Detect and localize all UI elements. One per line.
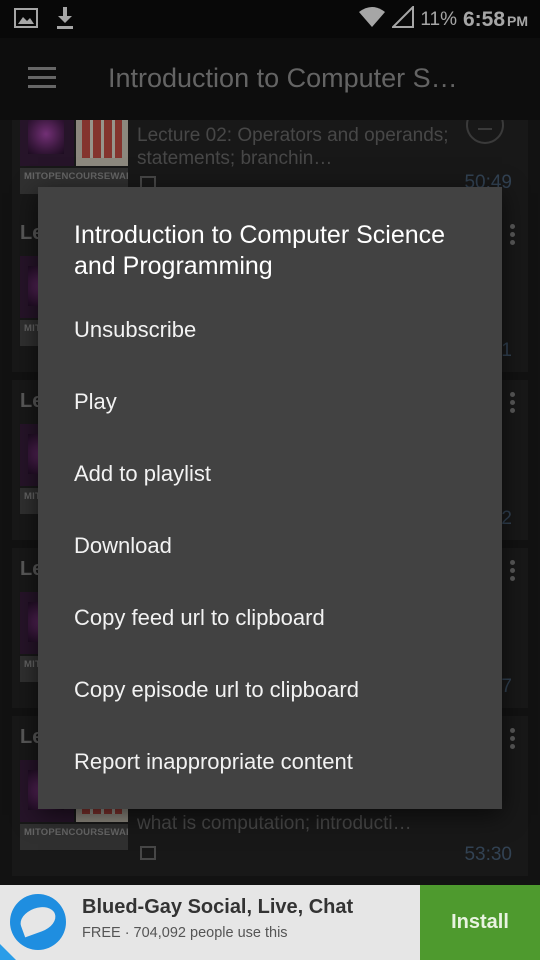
ad-title: Blued-Gay Social, Live, Chat [82, 896, 354, 918]
ad-app-logo [10, 894, 66, 950]
adchoices-icon[interactable] [0, 944, 16, 960]
menu-item-copy-episode-url[interactable]: Copy episode url to clipboard [38, 654, 502, 726]
dialog-title: Introduction to Computer Science and Pro… [74, 221, 446, 280]
ad-banner[interactable]: Blued-Gay Social, Live, Chat FREE · 704,… [0, 885, 540, 960]
menu-item-copy-feed-url[interactable]: Copy feed url to clipboard [38, 582, 502, 654]
menu-item-download[interactable]: Download [38, 510, 502, 582]
menu-item-add-to-playlist[interactable]: Add to playlist [38, 438, 502, 510]
menu-item-report-content[interactable]: Report inappropriate content [38, 726, 502, 798]
episode-options-dialog: Introduction to Computer Science and Pro… [38, 187, 502, 809]
menu-item-unsubscribe[interactable]: Unsubscribe [38, 294, 502, 366]
ad-subtitle: FREE · 704,092 people use this [82, 925, 288, 941]
ad-install-button[interactable]: Install [420, 885, 540, 960]
menu-item-play[interactable]: Play [38, 366, 502, 438]
